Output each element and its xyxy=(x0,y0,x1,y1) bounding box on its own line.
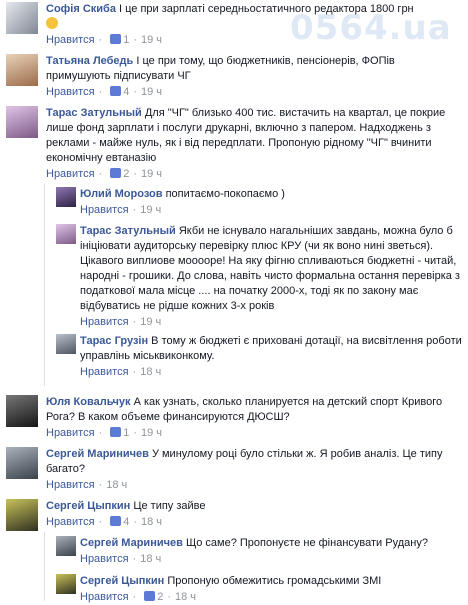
avatar[interactable] xyxy=(6,447,38,479)
avatar[interactable] xyxy=(6,2,38,34)
like-button[interactable]: Нравится xyxy=(80,366,129,378)
smile-icon xyxy=(46,17,58,29)
comment-author[interactable]: Юля Ковальчук xyxy=(46,396,131,408)
comment-author[interactable]: Татьяна Лебедь xyxy=(46,55,133,67)
reply: Юлий Морозов попитаємо-покопаємо ) Нрави… xyxy=(0,187,468,221)
reply: Сергей Мариничев Що саме? Пропонуєте не … xyxy=(0,536,468,572)
comment: Татьяна Лебедь І це при тому, що бюджетн… xyxy=(0,54,468,100)
comment-time[interactable]: 19 ч xyxy=(141,427,162,439)
comment-meta: Нравится · 19 ч xyxy=(80,316,162,328)
comment-time[interactable]: 19 ч xyxy=(141,86,162,98)
like-button[interactable]: Нравится xyxy=(46,34,95,46)
comment-meta: Нравится · 4 · 19 ч xyxy=(46,86,163,98)
comment-author[interactable]: Софія Скиба xyxy=(46,3,116,15)
like-count[interactable]: 1 xyxy=(123,34,129,46)
comment-text: Що саме? Пропонуєте не фінансувати Рудан… xyxy=(185,537,428,549)
comment-meta: Нравится · 1 · 19 ч xyxy=(46,34,163,46)
comment-text: Це типу зайве xyxy=(133,500,206,512)
comment-author[interactable]: Сергей Цыпкин xyxy=(80,575,164,587)
comment-text: попитаємо-покопаємо ) xyxy=(165,188,285,200)
comment-time[interactable]: 18 ч xyxy=(140,366,161,378)
like-count[interactable]: 2 xyxy=(157,591,163,603)
avatar[interactable] xyxy=(56,187,76,207)
like-button[interactable]: Нравится xyxy=(46,516,95,528)
like-button[interactable]: Нравится xyxy=(80,204,129,216)
comment-author[interactable]: Сергей Мариничев xyxy=(46,448,149,460)
avatar[interactable] xyxy=(6,499,38,531)
comment-text: Якби не існувало нагальніших завдань, мо… xyxy=(80,225,460,312)
like-button[interactable]: Нравится xyxy=(80,553,129,565)
like-button[interactable]: Нравится xyxy=(80,316,129,328)
comment-author[interactable]: Сергей Мариничев xyxy=(80,537,183,549)
comment-text: І це при зарплаті середньостатичного ред… xyxy=(119,3,414,15)
avatar[interactable] xyxy=(6,395,38,427)
comment-meta: Нравится · 18 ч xyxy=(80,366,162,378)
comment: Сергей Мариничев У минулому році було ст… xyxy=(0,447,468,493)
thumbs-up-icon xyxy=(110,34,122,44)
thumbs-up-icon xyxy=(110,427,122,437)
comment-author[interactable]: Тарас Грузін xyxy=(80,335,148,347)
comment-time[interactable]: 18 ч xyxy=(140,553,161,565)
comment-author[interactable]: Тарас Затульный xyxy=(46,107,142,119)
reply: Сергей Цыпкин Пропоную обмежитись громад… xyxy=(0,574,468,603)
like-button[interactable]: Нравится xyxy=(46,427,95,439)
avatar[interactable] xyxy=(56,574,76,594)
comment-meta: Нравится · 18 ч xyxy=(46,479,128,491)
avatar[interactable] xyxy=(56,334,76,354)
reply: Тарас Грузін В тому ж бюджеті є прихован… xyxy=(0,334,468,384)
comment-time[interactable]: 18 ч xyxy=(175,591,196,603)
comment-meta: Нравится · 18 ч xyxy=(80,553,162,565)
comment-meta: Нравится · 2 · 19 ч xyxy=(46,168,163,180)
like-count[interactable]: 4 xyxy=(123,516,129,528)
comment-meta: Нравится · 1 · 19 ч xyxy=(46,427,163,439)
comment-text: Пропоную обмежитись громадськими ЗМІ xyxy=(167,575,382,587)
thumbs-up-icon xyxy=(110,516,122,526)
comment-time[interactable]: 18 ч xyxy=(106,479,127,491)
like-count[interactable]: 2 xyxy=(123,168,129,180)
comment: Юля Ковальчук А как узнать, сколько план… xyxy=(0,395,468,441)
comment-meta: Нравится · 4 · 18 ч xyxy=(46,516,163,528)
thumbs-up-icon xyxy=(144,591,156,601)
comment: Сергей Цыпкин Це типу зайве Нравится · 4 · 1… xyxy=(0,499,468,533)
like-button[interactable]: Нравится xyxy=(46,479,95,491)
thumbs-up-icon xyxy=(110,86,122,96)
comment-meta: Нравится · 19 ч xyxy=(80,204,162,216)
comment-time[interactable]: 19 ч xyxy=(141,168,162,180)
avatar[interactable] xyxy=(56,536,76,556)
like-count[interactable]: 4 xyxy=(123,86,129,98)
thumbs-up-icon xyxy=(110,168,122,178)
like-button[interactable]: Нравится xyxy=(46,168,95,180)
like-button[interactable]: Нравится xyxy=(46,86,95,98)
comment-time[interactable]: 19 ч xyxy=(140,204,161,216)
like-count[interactable]: 1 xyxy=(123,427,129,439)
avatar[interactable] xyxy=(56,224,76,244)
comment-time[interactable]: 18 ч xyxy=(141,516,162,528)
avatar[interactable] xyxy=(6,54,38,86)
comment-author[interactable]: Сергей Цыпкин xyxy=(46,500,130,512)
like-button[interactable]: Нравится xyxy=(80,591,129,603)
comment-time[interactable]: 19 ч xyxy=(141,34,162,46)
comment-author[interactable]: Юлий Морозов xyxy=(80,188,163,200)
comment: Тарас Затульный Для "ЧГ" близько 400 тис… xyxy=(0,106,468,182)
comment-meta: Нравится · 2 · 18 ч xyxy=(80,591,197,603)
comment: Софія Скиба І це при зарплаті середньост… xyxy=(0,2,468,48)
avatar[interactable] xyxy=(6,106,38,138)
comment-author[interactable]: Тарас Затульный xyxy=(80,225,176,237)
reply: Тарас Затульный Якби не існувало нагальн… xyxy=(0,224,468,332)
comment-time[interactable]: 19 ч xyxy=(140,316,161,328)
